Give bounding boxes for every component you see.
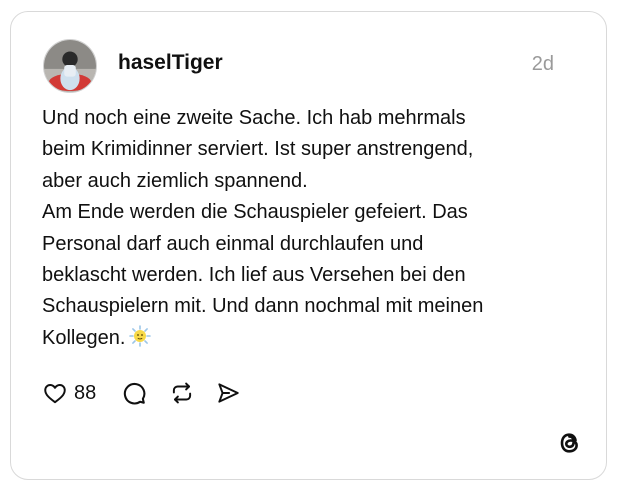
repost-icon (169, 380, 195, 406)
post-text: Und noch eine zweite Sache. Ich hab mehr… (42, 103, 582, 354)
post-actions: 88 (42, 378, 241, 408)
like-button[interactable]: 88 (42, 380, 96, 406)
send-icon (215, 380, 241, 406)
post-card: haselTiger 2d Und noch eine zweite Sache… (10, 11, 607, 480)
comment-icon (121, 380, 147, 406)
heart-icon (42, 380, 68, 406)
like-count: 88 (74, 382, 97, 404)
post-timestamp: 2d (531, 53, 554, 75)
avatar[interactable] (43, 39, 97, 93)
repost-button[interactable] (169, 380, 195, 406)
post-body: Und noch eine zweite Sache. Ich hab mehr… (42, 107, 484, 349)
threads-logo-icon (556, 429, 584, 457)
avatar-image (44, 40, 96, 92)
comment-button[interactable] (121, 380, 147, 406)
username[interactable]: haselTiger (118, 50, 223, 76)
sweat-smile-emoji-icon (129, 325, 152, 347)
share-button[interactable] (215, 380, 241, 406)
